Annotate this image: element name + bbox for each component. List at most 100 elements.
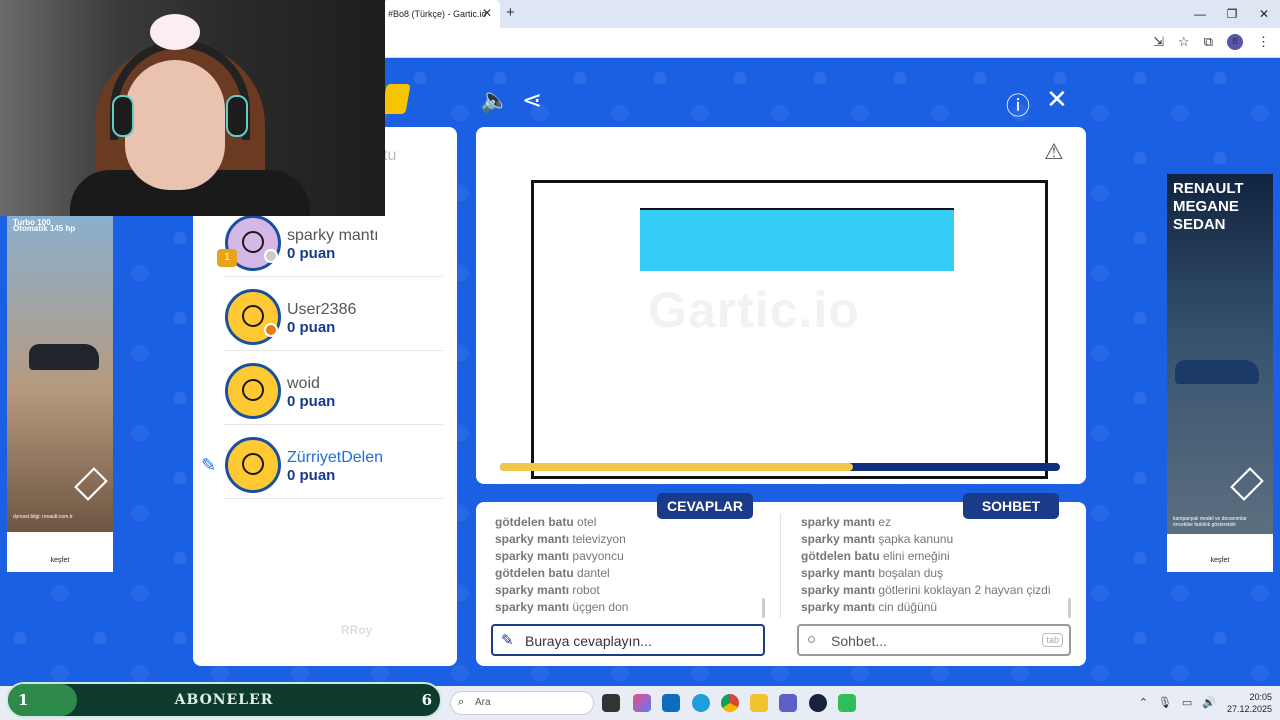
headset-earcup <box>226 95 248 137</box>
restore-icon[interactable]: ❐ <box>1216 0 1248 28</box>
app-icon[interactable] <box>838 694 856 712</box>
subscriber-label: ABONELER <box>174 692 274 708</box>
player-row[interactable]: woid 0 puan <box>223 353 443 425</box>
avatar <box>225 437 281 493</box>
canvas-watermark: Gartic.io <box>648 282 860 338</box>
player-score: 0 puan <box>287 319 336 336</box>
list-item: sparky mantı cin düğünü <box>801 600 938 614</box>
player-score: 0 puan <box>287 245 336 262</box>
edge-icon[interactable] <box>692 694 710 712</box>
file-explorer-icon[interactable] <box>750 694 768 712</box>
tab-chat[interactable]: SOHBET <box>963 493 1059 519</box>
ad-right-image: RENAULT MEGANE SEDAN kampanyalı model ve… <box>1167 174 1273 534</box>
chrome-icon[interactable] <box>721 694 739 712</box>
speaker-icon[interactable]: 🔊 <box>1202 696 1216 709</box>
steam-icon[interactable] <box>809 694 827 712</box>
tab-answers[interactable]: CEVAPLAR <box>657 493 753 519</box>
chat-scrollbar[interactable] <box>1068 598 1071 618</box>
renault-logo-icon <box>1230 467 1264 501</box>
player-name: woid <box>287 375 320 392</box>
tab-title: #Bo8 (Türkçe) - Gartic.io <box>388 9 487 19</box>
tab-close-icon[interactable]: ✕ <box>482 6 492 20</box>
ad-right-disclaimer: kampanyalı model ve donanımlar öncekiler… <box>1173 516 1247 528</box>
ad-left[interactable]: Turbo 100 Otomatik 145 hp dyresel.bilgi:… <box>7 214 113 572</box>
panel-header: tu <box>383 147 397 164</box>
drawing-canvas[interactable]: Gartic.io <box>531 180 1048 479</box>
list-item: sparky mantı şapka kanunu <box>801 532 954 546</box>
headset-earcup <box>112 95 134 137</box>
canvas-panel: ⚠ Gartic.io <box>476 127 1086 484</box>
close-icon[interactable]: ✕ <box>1046 84 1068 115</box>
list-item: sparky mantı pavyoncu <box>495 549 624 563</box>
install-icon[interactable]: ⇲ <box>1153 34 1164 50</box>
ad-right-headline: RENAULT MEGANE SEDAN <box>1173 180 1244 233</box>
list-item: götdelen batu dantel <box>495 566 610 580</box>
window-controls: — ❐ ✕ <box>1184 0 1280 28</box>
search-icon: ○ <box>807 631 817 648</box>
subscriber-goal-bar: 1 ABONELER 6 <box>6 682 442 718</box>
player-row[interactable]: ✎ ZürriyetDelen 0 puan <box>201 427 443 499</box>
menu-icon[interactable]: ⋮ <box>1257 34 1270 50</box>
streamer-watermark: RRoy <box>341 623 373 637</box>
avatar-face <box>242 305 264 327</box>
clock[interactable]: 20:05 27.12.2025 <box>1227 691 1272 715</box>
copilot-icon[interactable] <box>633 694 651 712</box>
ad-right-cta[interactable]: keşfet <box>1167 557 1273 564</box>
player-row[interactable]: User2386 0 puan <box>223 279 443 351</box>
task-view-icon[interactable] <box>602 694 620 712</box>
list-item: sparky mantı boşalan duş <box>801 566 944 580</box>
pencil-icon: ✎ <box>501 632 514 649</box>
minimize-icon[interactable]: — <box>1184 0 1216 28</box>
warning-icon[interactable]: ⚠ <box>1044 139 1064 165</box>
profile-avatar[interactable]: B <box>1227 34 1243 50</box>
network-icon[interactable]: ▭ <box>1182 696 1192 709</box>
ad-left-cta[interactable]: keşfet <box>7 557 113 564</box>
player-name: ZürriyetDelen <box>287 449 384 466</box>
avatar <box>225 363 281 419</box>
ad-right[interactable]: RENAULT MEGANE SEDAN kampanyalı model ve… <box>1167 174 1273 572</box>
renault-logo-icon <box>74 467 108 501</box>
teams-icon[interactable] <box>779 694 797 712</box>
pencil-icon: ✎ <box>201 455 217 475</box>
webcam-overlay <box>0 0 385 216</box>
toolbar-icons: ⇲ ☆ ⧉ B ⋮ <box>1153 34 1270 50</box>
extensions-icon[interactable]: ⧉ <box>1204 34 1213 50</box>
clock-date: 27.12.2025 <box>1226 704 1272 714</box>
chat-input[interactable]: ○ Sohbet... tab <box>797 624 1071 656</box>
trophy-icon: 1 <box>217 249 237 267</box>
clock-time: 20:05 <box>1249 692 1272 702</box>
list-item: sparky mantı televizyon <box>495 532 626 546</box>
ad-left-url: dyresel.bilgi: renault.com.tr <box>13 514 73 520</box>
system-tray: ⌃ 🎙 ▭ 🔊 <box>1139 696 1216 709</box>
player-score: 0 puan <box>287 467 336 484</box>
player-score: 0 puan <box>287 393 336 410</box>
status-badge <box>264 323 278 337</box>
answers-list: götdelen batu otel sparky mantı televizy… <box>495 514 780 616</box>
answer-placeholder: Buraya cevaplayın... <box>525 633 652 649</box>
bookmark-star-icon[interactable]: ☆ <box>1178 34 1190 50</box>
taskbar-search-placeholder: Ara <box>475 697 491 708</box>
list-item: götdelen batu elini emeğini <box>801 549 950 563</box>
answers-scrollbar[interactable] <box>762 598 765 618</box>
volume-icon[interactable]: 🔈 <box>480 86 510 115</box>
chevron-up-icon[interactable]: ⌃ <box>1139 696 1148 709</box>
answer-input[interactable]: ✎ Buraya cevaplayın... <box>491 624 765 656</box>
share-icon[interactable]: ⋖ <box>522 86 542 115</box>
drawn-rectangle <box>640 208 954 271</box>
ad-left-sub: Otomatik 145 hp <box>13 224 76 233</box>
search-icon: ⌕ <box>458 696 465 708</box>
close-window-icon[interactable]: ✕ <box>1248 0 1280 28</box>
subscriber-goal: 6 <box>421 691 432 709</box>
chat-list: sparky mantı ez sparky mantı şapka kanun… <box>801 514 1086 616</box>
new-tab-icon[interactable]: + <box>506 4 515 21</box>
list-item: sparky mantı üçgen don <box>495 600 629 614</box>
chat-panel: götdelen batu otel sparky mantı televizy… <box>476 502 1086 666</box>
chat-placeholder: Sohbet... <box>831 633 888 649</box>
microphone-icon[interactable]: 🎙 <box>1158 696 1172 709</box>
outlook-icon[interactable] <box>662 694 680 712</box>
avatar-face <box>242 231 264 253</box>
list-item: sparky mantı götlerini koklayan 2 hayvan… <box>801 583 1051 597</box>
info-icon[interactable]: ⓘ <box>1006 86 1030 121</box>
taskbar-search[interactable]: ⌕ Ara <box>450 691 594 715</box>
ad-car <box>29 344 99 370</box>
